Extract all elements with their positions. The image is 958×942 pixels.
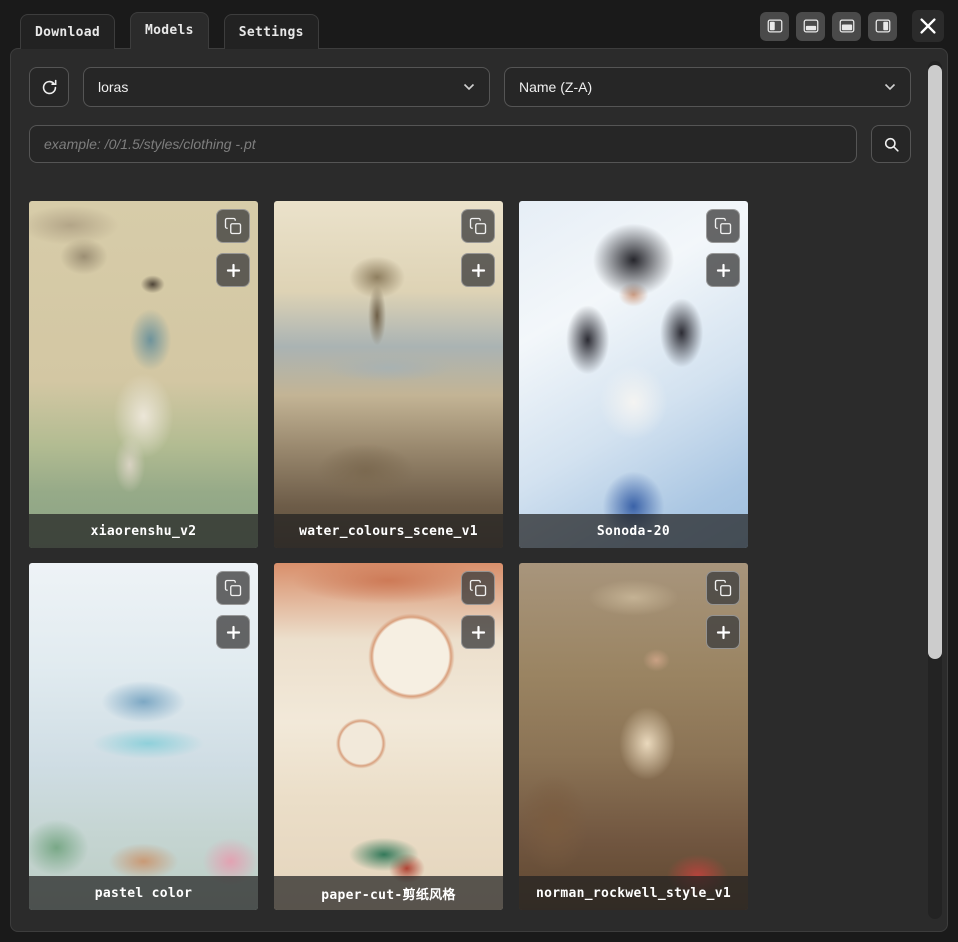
chevron-down-icon bbox=[884, 83, 896, 91]
copy-model-button[interactable] bbox=[216, 571, 250, 605]
chevron-down-icon bbox=[463, 83, 475, 91]
plus-icon bbox=[714, 261, 733, 280]
model-name: xiaorenshu_v2 bbox=[29, 514, 258, 548]
plus-icon bbox=[224, 623, 243, 642]
model-name: water_colours_scene_v1 bbox=[274, 514, 503, 548]
refresh-button[interactable] bbox=[29, 67, 69, 107]
copy-icon bbox=[224, 579, 242, 597]
plus-icon bbox=[714, 623, 733, 642]
model-type-value: loras bbox=[98, 79, 128, 95]
add-model-button[interactable] bbox=[216, 615, 250, 649]
tab-download[interactable]: Download bbox=[20, 14, 115, 49]
card-actions bbox=[706, 571, 740, 649]
card-actions bbox=[461, 209, 495, 287]
copy-model-button[interactable] bbox=[706, 209, 740, 243]
plus-icon bbox=[224, 261, 243, 280]
tab-bar: Download Models Settings bbox=[10, 10, 948, 48]
dock-top-icon bbox=[838, 17, 856, 35]
model-name: paper-cut-剪纸风格 bbox=[274, 876, 503, 910]
search-icon bbox=[882, 135, 901, 154]
model-name: pastel color bbox=[29, 876, 258, 910]
copy-model-button[interactable] bbox=[216, 209, 250, 243]
tab-settings[interactable]: Settings bbox=[224, 14, 319, 49]
add-model-button[interactable] bbox=[216, 253, 250, 287]
plus-icon bbox=[469, 623, 488, 642]
refresh-icon bbox=[40, 78, 59, 97]
model-manager-window: Download Models Settings bbox=[10, 10, 948, 932]
models-panel: loras Name (Z-A) bbox=[10, 48, 948, 932]
card-actions bbox=[706, 209, 740, 287]
dock-bottom-icon bbox=[802, 17, 820, 35]
tab-list: Download Models Settings bbox=[20, 12, 319, 48]
search-input[interactable] bbox=[29, 125, 857, 163]
copy-model-button[interactable] bbox=[706, 571, 740, 605]
model-card[interactable]: pastel color bbox=[29, 563, 258, 910]
card-actions bbox=[216, 571, 250, 649]
dock-top-button[interactable] bbox=[832, 12, 861, 41]
window-controls bbox=[760, 10, 944, 48]
add-model-button[interactable] bbox=[706, 253, 740, 287]
dock-right-icon bbox=[874, 17, 892, 35]
sort-select[interactable]: Name (Z-A) bbox=[504, 67, 911, 107]
close-button[interactable] bbox=[912, 10, 944, 42]
add-model-button[interactable] bbox=[461, 253, 495, 287]
add-model-button[interactable] bbox=[461, 615, 495, 649]
model-name: norman_rockwell_style_v1 bbox=[519, 876, 748, 910]
sort-value: Name (Z-A) bbox=[519, 79, 592, 95]
copy-icon bbox=[224, 217, 242, 235]
search-row bbox=[29, 125, 911, 163]
dock-bottom-button[interactable] bbox=[796, 12, 825, 41]
tab-models[interactable]: Models bbox=[130, 12, 209, 49]
card-actions bbox=[216, 209, 250, 287]
model-card[interactable]: Sonoda-20 bbox=[519, 201, 748, 548]
card-actions bbox=[461, 571, 495, 649]
copy-icon bbox=[469, 579, 487, 597]
dock-left-icon bbox=[766, 17, 784, 35]
model-card[interactable]: paper-cut-剪纸风格 bbox=[274, 563, 503, 910]
dock-left-button[interactable] bbox=[760, 12, 789, 41]
plus-icon bbox=[469, 261, 488, 280]
model-name: Sonoda-20 bbox=[519, 514, 748, 548]
copy-model-button[interactable] bbox=[461, 209, 495, 243]
close-icon bbox=[917, 15, 939, 37]
model-card[interactable]: norman_rockwell_style_v1 bbox=[519, 563, 748, 910]
add-model-button[interactable] bbox=[706, 615, 740, 649]
model-grid: xiaorenshu_v2 water_colours_scene_v1 Son… bbox=[29, 201, 911, 910]
copy-icon bbox=[714, 217, 732, 235]
toolbar: loras Name (Z-A) bbox=[29, 67, 911, 107]
model-card[interactable]: xiaorenshu_v2 bbox=[29, 201, 258, 548]
model-type-select[interactable]: loras bbox=[83, 67, 490, 107]
scrollbar-thumb[interactable] bbox=[928, 65, 942, 659]
copy-model-button[interactable] bbox=[461, 571, 495, 605]
copy-icon bbox=[714, 579, 732, 597]
dock-right-button[interactable] bbox=[868, 12, 897, 41]
copy-icon bbox=[469, 217, 487, 235]
model-card[interactable]: water_colours_scene_v1 bbox=[274, 201, 503, 548]
search-button[interactable] bbox=[871, 125, 911, 163]
scrollbar-track[interactable] bbox=[928, 61, 942, 919]
